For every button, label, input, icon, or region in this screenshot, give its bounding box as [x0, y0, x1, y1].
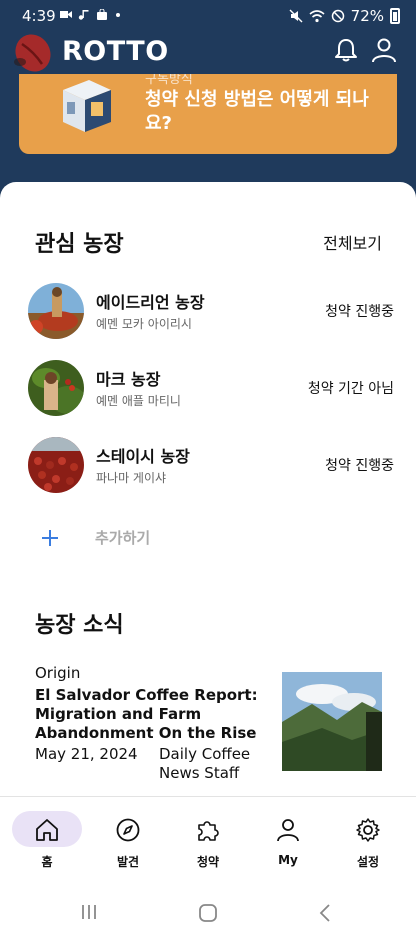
farm-origin: 예멘 애플 마티니 [96, 394, 181, 408]
add-farm-label: 추가하기 [95, 529, 151, 547]
nav-discover[interactable]: 발견 [90, 797, 166, 879]
notification-icons [60, 9, 126, 20]
system-status-icons: 72% [289, 7, 400, 25]
subscription-status: 청약 진행중 [325, 304, 394, 320]
nav-label: My [278, 853, 298, 867]
plus-icon [42, 530, 58, 546]
nav-label: 발견 [116, 855, 140, 869]
bottom-navigation: 홈 발견 청약 My 설정 [0, 796, 416, 878]
news-author: Daily Coffee News Staff [159, 745, 251, 782]
farm-avatar [28, 283, 84, 339]
back-icon[interactable] [318, 903, 332, 923]
farm-name: 스테이시 농장 [96, 447, 190, 466]
farm-origin: 파나마 게이샤 [96, 471, 167, 485]
video-icon [60, 11, 72, 18]
status-time: 4:39 [22, 7, 56, 25]
nav-label: 설정 [356, 855, 380, 869]
gear-icon [356, 818, 380, 842]
app-header: ROTTO [0, 30, 416, 74]
subscription-status: 청약 기간 아님 [307, 381, 394, 397]
news-category: Origin [35, 664, 81, 682]
dot-icon [116, 13, 120, 17]
subscription-status: 청약 진행중 [325, 458, 394, 474]
music-icon [78, 10, 89, 20]
compass-icon [116, 818, 140, 842]
farm-avatar [28, 360, 84, 416]
system-navigation-bar [0, 878, 416, 936]
nav-my[interactable]: My [250, 797, 326, 879]
puzzle-icon [198, 821, 219, 841]
banner-title: 청약 신청 방법은 어떻게 되나요? [145, 89, 369, 134]
battery-icon [390, 8, 400, 24]
nav-settings[interactable]: 설정 [330, 797, 406, 879]
farm-origin: 예멘 모카 아이리시 [96, 317, 192, 331]
logo-text: ROTTO [62, 36, 169, 67]
news-headline: El Salvador Coffee Report: Migration and… [35, 686, 258, 742]
battery-percent: 72% [350, 7, 384, 25]
farm-row[interactable]: 에이드리언 농장 예멘 모카 아이리시 청약 진행중 [28, 283, 394, 341]
home-button-icon[interactable] [198, 903, 218, 923]
nav-label: 청약 [196, 855, 220, 869]
do-not-disturb-icon [331, 9, 344, 23]
wifi-icon [309, 10, 325, 23]
news-title: 농장 소식 [35, 613, 124, 638]
bell-icon[interactable] [332, 36, 360, 64]
user-icon[interactable] [370, 36, 398, 64]
home-icon [36, 819, 58, 841]
news-thumbnail [282, 672, 382, 771]
person-icon [277, 819, 299, 842]
nav-home[interactable]: 홈 [12, 797, 88, 879]
nav-label: 홈 [41, 855, 53, 869]
promo-banner[interactable]: 구독방식 청약 신청 방법은 어떻게 되나요? [19, 74, 397, 154]
coffee-box-illustration [63, 80, 111, 132]
news-date: May 21, 2024 [35, 745, 138, 763]
farm-name: 마크 농장 [96, 370, 161, 389]
banner-subtitle: 구독방식 [145, 74, 193, 87]
favorites-title: 관심 농장 [35, 232, 124, 257]
see-all-link[interactable]: 전체보기 [323, 230, 382, 254]
farm-avatar [28, 437, 84, 493]
nav-subscription[interactable]: 청약 [170, 797, 246, 879]
mute-icon [289, 9, 303, 23]
farm-name: 에이드리언 농장 [96, 293, 205, 312]
shopping-bag-icon [97, 9, 107, 20]
status-bar: 4:39 72% [0, 0, 416, 32]
recent-apps-icon[interactable] [80, 903, 98, 921]
farm-row[interactable]: 마크 농장 예멘 애플 마티니 청약 기간 아님 [28, 360, 394, 418]
farm-row[interactable]: 스테이시 농장 파나마 게이샤 청약 진행중 [28, 437, 394, 495]
coffee-bean-logo-icon [14, 34, 51, 72]
